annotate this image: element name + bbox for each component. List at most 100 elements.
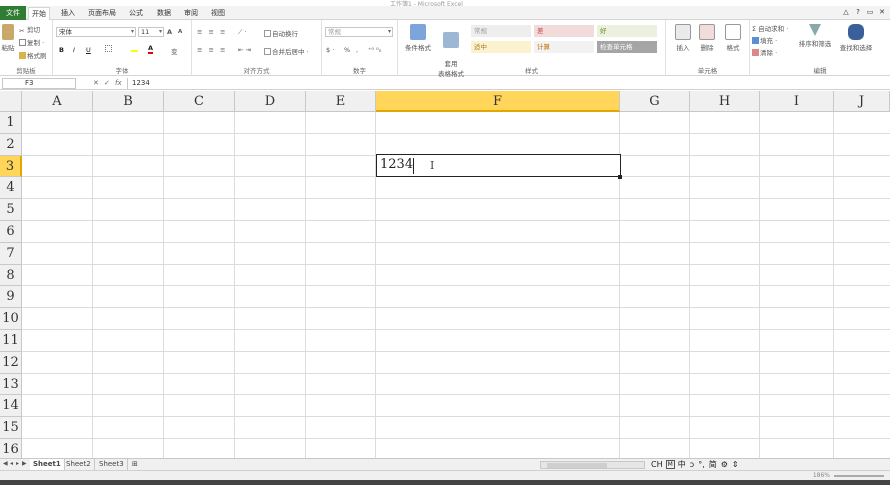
phonetic-button[interactable]: 变 [171,46,178,56]
paste-button[interactable]: 粘贴 [0,24,16,52]
worksheet-grid[interactable]: A B C D E F G H I J 1 2 3 4 5 6 7 8 9 10 11 12 13 14 15 16 1234 I [0,91,890,458]
shrink-font-button[interactable]: A [178,29,182,35]
column-header-j[interactable]: J [834,91,890,112]
insert-function-icon[interactable]: fx [115,79,122,87]
indent-buttons[interactable]: ⇤ ⇥ [238,46,251,54]
row-header-11[interactable]: 11 [0,330,22,352]
orientation-button[interactable]: ⟋ · [238,28,247,37]
autosum-button[interactable]: Σ 自动求和 · [752,23,788,33]
tab-insert[interactable]: 插入 [58,7,78,20]
scroll-thumb[interactable] [547,463,607,468]
style-bad[interactable]: 差 [534,25,594,37]
style-calculation[interactable]: 计算 [534,41,594,53]
style-normal[interactable]: 常规 [471,25,531,37]
active-cell-f3[interactable]: 1234 [376,154,621,177]
restore-icon[interactable]: ▭ [866,8,874,16]
ime-chinese[interactable]: 中 [677,459,687,470]
first-sheet-icon[interactable]: ◀ [3,460,8,467]
font-name-select[interactable]: 宋体 [56,27,136,37]
enter-icon[interactable]: ✓ [104,79,110,87]
name-box[interactable]: F3 [2,78,76,89]
help-icon[interactable]: ? [854,8,862,16]
horizontal-align-buttons[interactable]: ≡ ≡ ≡ [197,46,227,54]
ime-toggle-icon[interactable]: ⇕ [731,460,740,469]
tab-home[interactable]: 开始 [28,7,50,20]
row-header-1[interactable]: 1 [0,112,22,134]
tab-data[interactable]: 数据 [154,7,174,20]
grow-font-button[interactable]: A [167,28,172,36]
minimize-ribbon-icon[interactable]: △ [842,8,850,16]
clear-button[interactable]: 清除 · [752,47,777,57]
row-header-3[interactable]: 3 [0,155,22,178]
row-header-9[interactable]: 9 [0,286,22,309]
cancel-icon[interactable]: ✕ [93,79,99,87]
format-cells-button[interactable]: 格式 [721,24,745,52]
font-size-select[interactable]: 11 [138,27,164,37]
row-header-7[interactable]: 7 [0,242,22,265]
fill-handle[interactable] [618,175,622,179]
ime-language[interactable]: CH [650,460,664,469]
column-header-f[interactable]: F [376,91,620,112]
wrap-text-button[interactable]: 自动换行 [264,28,298,38]
row-header-8[interactable]: 8 [0,264,22,287]
sheet-tab-3[interactable]: Sheet3 [96,459,128,470]
decimal-buttons[interactable]: ⁺⁰ ⁰₀ [368,46,381,54]
next-sheet-icon[interactable]: ▸ [16,460,19,467]
last-sheet-icon[interactable]: ▶ [22,460,27,467]
bold-button[interactable]: B [59,46,64,54]
borders-button[interactable] [105,45,113,53]
insert-sheet-icon[interactable]: ⊞ [129,459,141,470]
font-color-button[interactable]: A [148,44,154,54]
tab-formulas[interactable]: 公式 [126,7,146,20]
select-all-corner[interactable] [0,91,22,112]
close-icon[interactable]: ✕ [878,8,886,16]
tab-page-layout[interactable]: 页面布局 [85,7,119,20]
column-header-b[interactable]: B [93,91,164,112]
row-header-14[interactable]: 14 [0,395,22,418]
formula-input[interactable]: 1234 [127,78,888,89]
comma-button[interactable]: , [356,46,358,54]
style-good[interactable]: 好 [597,25,657,37]
merge-center-button[interactable]: 合并后居中 · [264,46,309,56]
currency-button[interactable]: $ · [326,46,334,54]
horizontal-scrollbar[interactable] [540,461,645,469]
percent-button[interactable]: % [344,46,350,54]
sort-filter-button[interactable]: 排序和筛选 [795,24,835,48]
row-header-4[interactable]: 4 [0,177,22,200]
insert-cells-button[interactable]: 插入 [672,24,694,52]
column-header-e[interactable]: E [306,91,376,112]
underline-button[interactable]: U [86,46,91,54]
tab-view[interactable]: 视图 [208,7,228,20]
ime-punct[interactable]: °, [697,460,706,469]
zoom-slider[interactable] [834,475,884,477]
column-header-i[interactable]: I [760,91,834,112]
fill-color-button[interactable] [131,45,139,53]
ime-simplified[interactable]: 简 [708,459,718,470]
cut-button[interactable]: ✂ 剪切 [19,24,40,35]
row-header-10[interactable]: 10 [0,308,22,330]
italic-button[interactable]: I [73,46,75,54]
prev-sheet-icon[interactable]: ◂ [10,460,13,467]
copy-button[interactable]: 复制 · [19,37,44,47]
fill-button[interactable]: 填充 · [752,35,777,45]
conditional-format-button[interactable]: 条件格式 [401,24,435,52]
ime-moon-icon[interactable]: ɔ [689,460,695,469]
style-check-cell[interactable]: 检查单元格 [597,41,657,53]
sheet-tab-1[interactable]: Sheet1 [30,459,65,470]
tab-review[interactable]: 审阅 [181,7,201,20]
delete-cells-button[interactable]: 删除 [696,24,718,52]
ime-settings-icon[interactable]: ⚙ [720,460,729,469]
row-header-13[interactable]: 13 [0,373,22,396]
tab-file[interactable]: 文件 [0,6,26,20]
row-header-16[interactable]: 16 [0,439,22,458]
find-select-button[interactable]: 查找和选择 [836,24,876,52]
column-header-a[interactable]: A [22,91,93,112]
ime-mode[interactable]: M [665,460,675,469]
vertical-align-buttons[interactable]: ≡ ≡ ≡ [197,28,227,36]
column-header-c[interactable]: C [164,91,235,112]
row-header-5[interactable]: 5 [0,199,22,221]
style-neutral[interactable]: 适中 [471,41,531,53]
number-format-select[interactable]: 常规 [325,27,393,37]
row-header-15[interactable]: 15 [0,417,22,439]
row-header-6[interactable]: 6 [0,221,22,243]
